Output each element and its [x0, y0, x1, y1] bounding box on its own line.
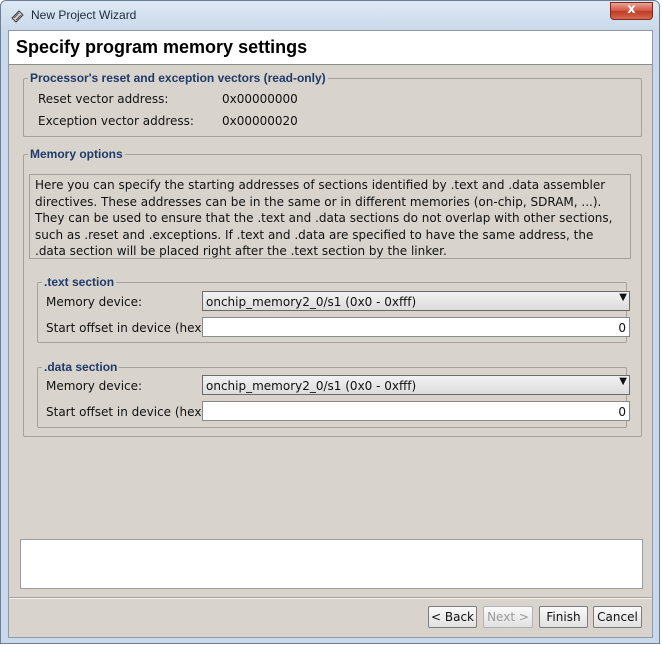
- reset-vector-value: 0x00000000: [222, 92, 298, 106]
- cancel-button[interactable]: Cancel: [593, 606, 642, 628]
- data-memory-device-label: Memory device:: [46, 379, 143, 393]
- text-memory-device-select[interactable]: onchip_memory2_0/s1 (0x0 - 0xfff) ▼: [202, 291, 630, 311]
- button-bar-divider: [9, 597, 652, 599]
- title-bar[interactable]: New Project Wizard x: [1, 1, 659, 31]
- memory-options-description: Here you can specify the starting addres…: [29, 174, 631, 259]
- data-memory-device-value: onchip_memory2_0/s1 (0x0 - 0xfff): [206, 379, 417, 393]
- message-area: [20, 539, 643, 589]
- window-title: New Project Wizard: [31, 8, 137, 22]
- app-icon: [11, 10, 24, 23]
- chevron-down-icon[interactable]: ▼: [619, 292, 627, 303]
- close-icon: x: [627, 2, 636, 17]
- text-section-legend: .text section: [44, 275, 115, 289]
- vectors-group-legend: Processor's reset and exception vectors …: [30, 71, 326, 85]
- data-section-legend: .data section: [44, 360, 118, 374]
- finish-button[interactable]: Finish: [539, 606, 588, 628]
- memory-options-legend: Memory options: [30, 147, 123, 161]
- memory-options-group: Memory options Here you can specify the …: [23, 147, 642, 437]
- wizard-window: New Project Wizard x Specify program mem…: [0, 0, 660, 644]
- wizard-client-area: Specify program memory settings Processo…: [8, 30, 653, 638]
- chevron-down-icon[interactable]: ▼: [619, 376, 627, 387]
- data-section-group: .data section Memory device: onchip_memo…: [37, 360, 630, 428]
- page-header: Specify program memory settings: [9, 31, 652, 65]
- text-section-group: .text section Memory device: onchip_memo…: [37, 275, 630, 343]
- vectors-group: Processor's reset and exception vectors …: [23, 71, 642, 137]
- back-button[interactable]: < Back: [428, 606, 477, 628]
- reset-vector-label: Reset vector address:: [38, 92, 169, 106]
- data-start-offset-value: 0: [618, 405, 626, 419]
- text-memory-device-value: onchip_memory2_0/s1 (0x0 - 0xfff): [206, 295, 417, 309]
- page-title: Specify program memory settings: [16, 37, 308, 57]
- text-start-offset-label: Start offset in device (hex):: [46, 321, 211, 335]
- text-memory-device-label: Memory device:: [46, 295, 143, 309]
- exception-vector-value: 0x00000020: [222, 114, 298, 128]
- close-button[interactable]: x: [610, 2, 653, 20]
- data-start-offset-label: Start offset in device (hex):: [46, 405, 211, 419]
- data-start-offset-input[interactable]: 0: [202, 401, 630, 421]
- exception-vector-label: Exception vector address:: [38, 114, 194, 128]
- text-start-offset-input[interactable]: 0: [202, 317, 630, 337]
- text-start-offset-value: 0: [618, 321, 626, 335]
- data-memory-device-select[interactable]: onchip_memory2_0/s1 (0x0 - 0xfff) ▼: [202, 375, 630, 395]
- next-button[interactable]: Next >: [483, 606, 533, 628]
